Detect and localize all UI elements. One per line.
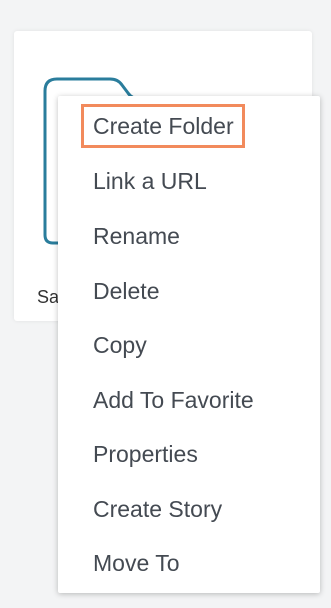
menu-item-label: Create Story	[93, 496, 223, 522]
menu-item-delete[interactable]: Delete	[58, 266, 320, 316]
menu-item-link-a-url[interactable]: Link a URL	[58, 156, 320, 206]
folder-name: Sa	[37, 287, 60, 307]
menu-item-add-to-favorite[interactable]: Add To Favorite	[58, 375, 320, 425]
menu-item-label: Copy	[93, 332, 147, 358]
menu-item-create-folder[interactable]: Create Folder	[58, 101, 320, 151]
menu-item-label: Move To	[93, 550, 180, 576]
menu-item-label: Properties	[93, 441, 198, 467]
menu-item-create-story[interactable]: Create Story	[58, 484, 320, 534]
menu-item-label: Link a URL	[93, 168, 207, 194]
menu-item-label: Create Folder	[81, 104, 245, 148]
menu-item-rename[interactable]: Rename	[58, 211, 320, 261]
menu-item-properties[interactable]: Properties	[58, 429, 320, 479]
context-menu: Create Folder Link a URL Rename Delete C…	[58, 96, 320, 593]
menu-item-move-to[interactable]: Move To	[58, 538, 320, 588]
menu-item-label: Rename	[93, 223, 180, 249]
menu-item-copy[interactable]: Copy	[58, 320, 320, 370]
menu-item-label: Delete	[93, 278, 160, 304]
menu-item-label: Add To Favorite	[93, 387, 254, 413]
